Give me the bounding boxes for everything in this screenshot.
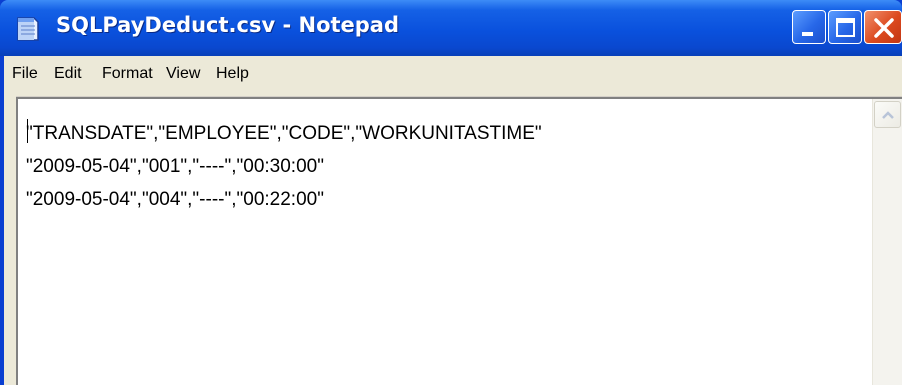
menu-format[interactable]: Format	[102, 65, 153, 83]
menu-edit[interactable]: Edit	[54, 65, 82, 83]
notepad-window: SQLPayDeduct.csv - Notepad File Edit For…	[0, 0, 902, 385]
title-bar[interactable]: SQLPayDeduct.csv - Notepad	[0, 0, 902, 56]
menu-file[interactable]: File	[12, 65, 38, 83]
maximize-icon	[836, 18, 855, 37]
document-line: "2009-05-04","001","----","00:30:00"	[26, 156, 324, 177]
minimize-button[interactable]	[792, 10, 826, 44]
notepad-icon	[14, 14, 42, 42]
text-editor[interactable]: "TRANSDATE","EMPLOYEE","CODE","WORKUNITA…	[16, 97, 902, 385]
scroll-up-arrow-icon	[882, 111, 894, 119]
maximize-button[interactable]	[828, 10, 862, 44]
text-caret	[27, 119, 28, 143]
vertical-scrollbar[interactable]	[872, 99, 902, 385]
scroll-up-button[interactable]	[874, 101, 901, 128]
close-icon	[874, 18, 894, 38]
menu-view[interactable]: View	[166, 65, 200, 83]
window-frame-left	[4, 96, 16, 385]
document-line: "2009-05-04","004","----","00:22:00"	[26, 189, 324, 210]
document-text[interactable]: "TRANSDATE","EMPLOYEE","CODE","WORKUNITA…	[26, 117, 542, 216]
close-button[interactable]	[864, 10, 902, 44]
menu-help[interactable]: Help	[216, 65, 249, 83]
window-title: SQLPayDeduct.csv - Notepad	[56, 13, 400, 37]
menu-bar: File Edit Format View Help	[4, 56, 902, 97]
document-line: "TRANSDATE","EMPLOYEE","CODE","WORKUNITA…	[26, 123, 542, 144]
minimize-icon	[802, 32, 813, 36]
